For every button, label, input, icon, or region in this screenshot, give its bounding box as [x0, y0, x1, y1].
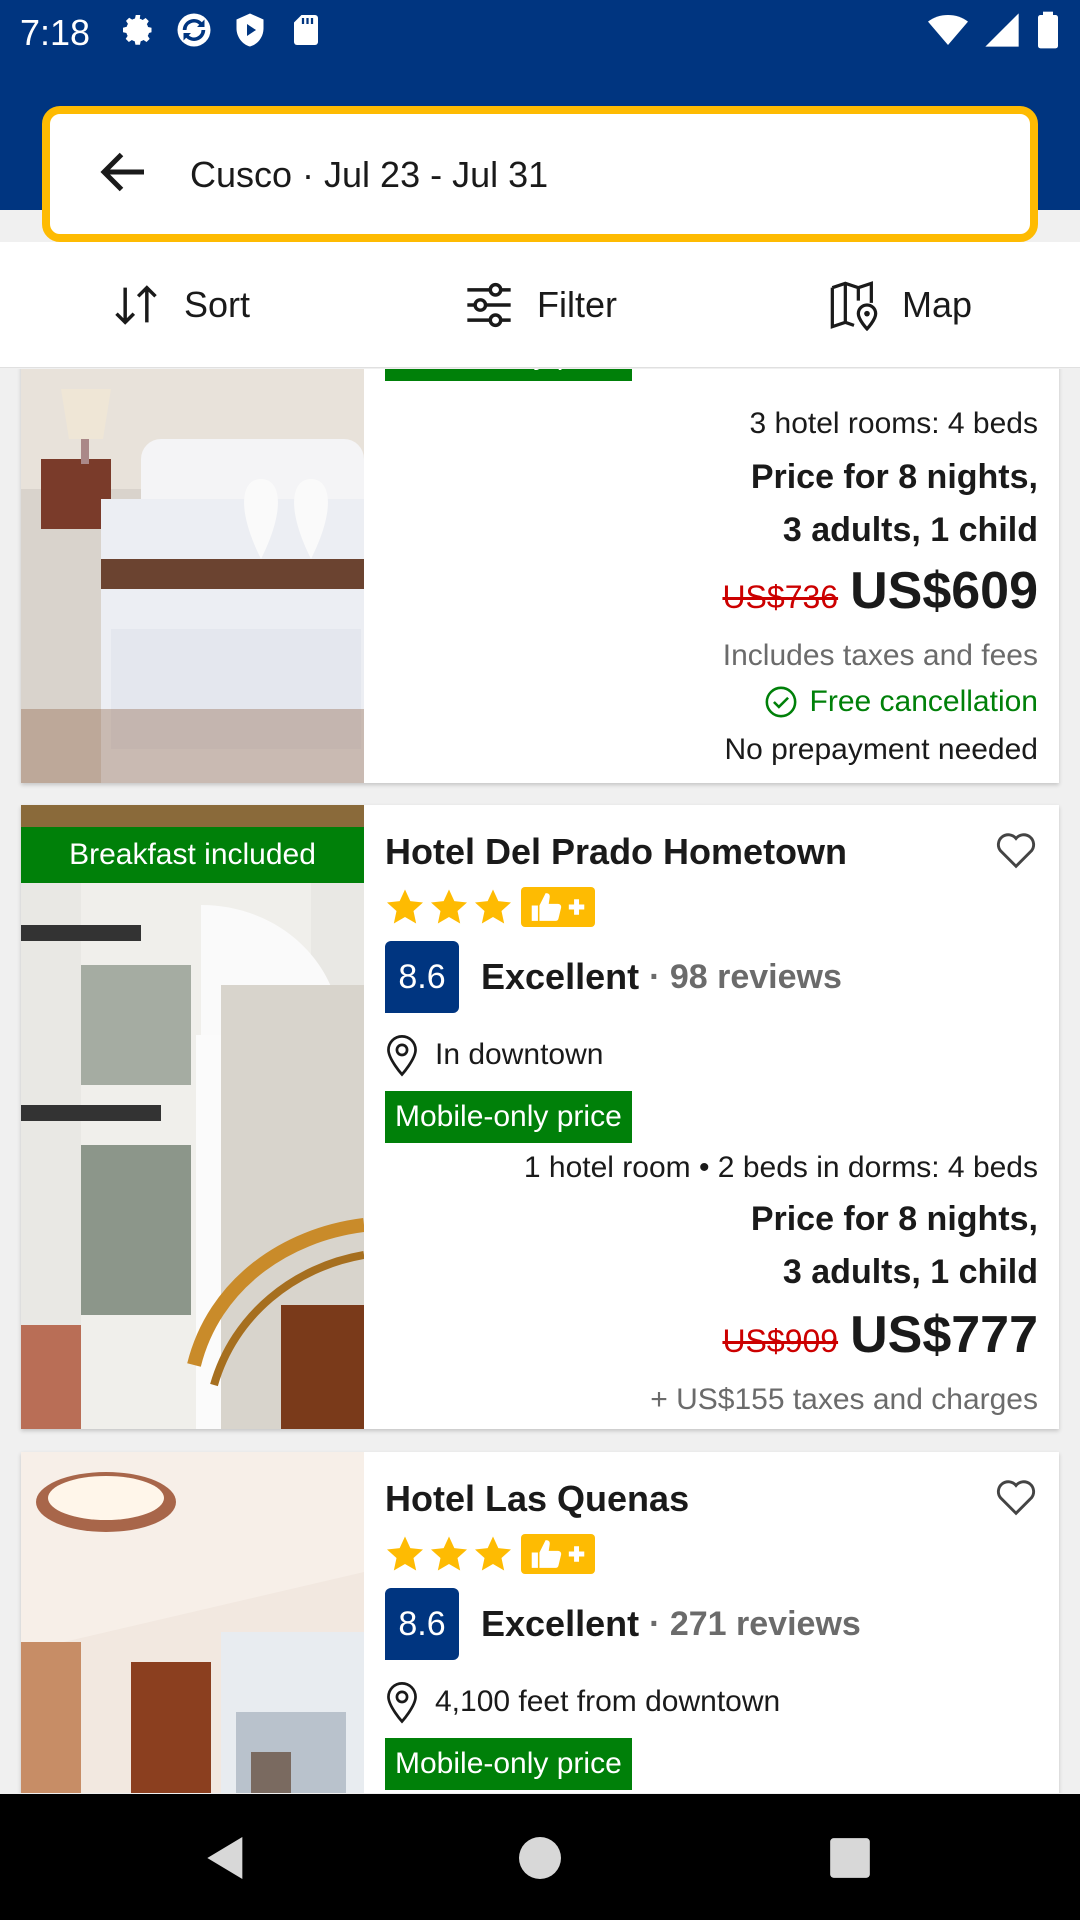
results-toolbar: Sort Filter Map [0, 242, 1080, 368]
hotel-card[interactable]: Breakfast included Hotel Del Prado Homet… [21, 805, 1059, 1429]
map-icon [830, 280, 878, 331]
review-row: 8.6 Excellent · 271 reviews [385, 1588, 861, 1660]
hotel-photo [21, 369, 364, 783]
map-button[interactable]: Map [720, 242, 1080, 367]
discounted-price: US$777 [850, 1306, 1038, 1364]
filter-icon [467, 282, 511, 327]
system-nav-bar [0, 1794, 1080, 1920]
heart-icon[interactable] [994, 1476, 1038, 1516]
mobile-only-badge: Mobile-only price [385, 1738, 632, 1790]
results-list[interactable]: Mobile-only price 3 hotel rooms: 4 beds … [0, 369, 1080, 1793]
review-word: Excellent [481, 1603, 640, 1644]
room-info: 3 hotel rooms: 4 beds [749, 407, 1038, 440]
hotel-photo [21, 805, 364, 1429]
hotel-name[interactable]: Hotel Las Quenas [385, 1478, 689, 1520]
star-rating [385, 887, 595, 927]
price-for-line2: 3 adults, 1 child [782, 1253, 1038, 1291]
hotel-card[interactable]: Mobile-only price 3 hotel rooms: 4 beds … [21, 369, 1059, 783]
sort-label: Sort [183, 283, 251, 325]
price-for-line1: Price for 8 nights, [750, 458, 1038, 496]
original-price: US$736 [722, 579, 839, 615]
star-icon [387, 889, 423, 924]
sync-icon [176, 12, 212, 48]
room-info: 1 hotel room • 2 beds in dorms: 4 beds [523, 1151, 1038, 1184]
search-box[interactable]: Cusco · Jul 23 - Jul 31 [42, 106, 1038, 242]
back-arrow-icon[interactable] [94, 142, 154, 202]
filter-button[interactable]: Filter [360, 242, 720, 367]
discounted-price: US$609 [850, 562, 1038, 620]
nav-home-icon[interactable] [512, 1830, 568, 1886]
review-score: 8.6 [385, 941, 459, 1013]
star-icon [431, 889, 467, 924]
taxes-note: Includes taxes and fees [722, 639, 1038, 672]
sort-icon [115, 284, 157, 325]
battery-icon [1038, 11, 1058, 49]
shield-play-icon [232, 12, 268, 48]
location-text: In downtown [435, 1038, 604, 1071]
wifi-icon [928, 15, 968, 45]
free-cancellation-text: Free cancellation [809, 685, 1038, 718]
star-icon [475, 1536, 511, 1571]
review-score: 8.6 [385, 1588, 459, 1660]
original-price: US$909 [722, 1323, 839, 1359]
review-count: · 271 reviews [649, 1604, 861, 1643]
review-word: Excellent [481, 956, 640, 997]
status-time: 7:18 [20, 12, 91, 53]
signal-icon [985, 13, 1019, 47]
mobile-only-badge: Mobile-only price [385, 1091, 632, 1143]
nav-back-icon[interactable] [198, 1830, 254, 1886]
status-bar: 7:18 [0, 0, 1080, 66]
free-cancellation: Free cancellation [764, 685, 1038, 719]
hotel-card[interactable]: Hotel Las Quenas 8.6 Excellent · 271 rev… [21, 1452, 1059, 1793]
price-row: US$909 US$777 [722, 1305, 1038, 1365]
hotel-name[interactable]: Hotel Del Prado Hometown [385, 831, 847, 873]
hotel-photo [21, 1452, 364, 1793]
sd-card-icon [288, 12, 324, 48]
price-for-line1: Price for 8 nights, [750, 1200, 1038, 1238]
review-row: 8.6 Excellent · 98 reviews [385, 941, 842, 1013]
review-count: · 98 reviews [649, 957, 842, 996]
star-rating [385, 1534, 595, 1574]
thumbs-up-plus-icon [521, 1534, 595, 1574]
sort-button[interactable]: Sort [0, 242, 360, 367]
breakfast-badge: Breakfast included [21, 827, 364, 883]
star-icon [431, 1536, 467, 1571]
thumbs-up-plus-icon [521, 887, 595, 927]
settings-icon [120, 12, 156, 48]
filter-label: Filter [537, 283, 617, 325]
star-icon [387, 1536, 423, 1571]
star-icon [475, 889, 511, 924]
price-for-line2: 3 adults, 1 child [782, 511, 1038, 549]
taxes-note: + US$155 taxes and charges [650, 1383, 1038, 1416]
location-pin-icon [387, 1035, 417, 1077]
location-pin-icon [387, 1682, 417, 1724]
heart-icon[interactable] [994, 829, 1038, 869]
map-label: Map [901, 283, 973, 325]
search-summary[interactable]: Cusco · Jul 23 - Jul 31 [190, 154, 548, 196]
location-text: 4,100 feet from downtown [435, 1685, 781, 1718]
nav-recents-icon[interactable] [822, 1830, 878, 1886]
price-row: US$736 US$609 [722, 561, 1038, 621]
location-row: 4,100 feet from downtown [385, 1680, 780, 1724]
no-prepayment: No prepayment needed [724, 733, 1038, 766]
location-row: In downtown [385, 1033, 603, 1077]
check-circle-icon [765, 686, 796, 718]
mobile-only-badge: Mobile-only price [385, 369, 632, 381]
